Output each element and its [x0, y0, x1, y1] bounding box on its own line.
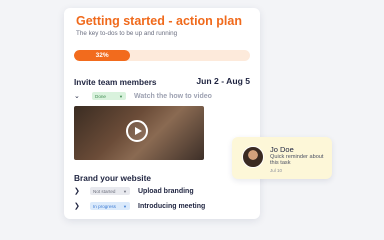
progress-bar: 32% — [74, 50, 250, 61]
task-row[interactable]: ❯ Not started ▼ Upload branding — [74, 185, 194, 197]
status-label: In progress — [93, 203, 116, 209]
plan-title: Getting started - action plan — [76, 14, 242, 28]
task-label: Introducing meeting — [138, 202, 206, 210]
reminder-notification[interactable]: Jo Doe Quick reminder about this task Ju… — [232, 137, 332, 179]
plan-subtitle: The key to-dos to be up and running — [76, 30, 178, 37]
avatar — [242, 146, 264, 168]
caret-down-icon: ▼ — [123, 203, 127, 209]
section-title-brand: Brand your website — [74, 173, 151, 183]
status-label: Done — [95, 93, 106, 99]
play-icon[interactable] — [126, 120, 148, 142]
video-thumbnail[interactable] — [74, 106, 204, 160]
status-badge[interactable]: In progress ▼ — [90, 202, 130, 210]
section-dates: Jun 2 - Aug 5 — [196, 76, 250, 86]
notification-time: Jul 10 — [270, 168, 283, 173]
progress-label: 32% — [95, 52, 109, 59]
status-badge[interactable]: Done ▼ — [92, 92, 126, 100]
status-label: Not started — [93, 188, 116, 194]
notification-message: Quick reminder about this task — [270, 154, 324, 167]
action-plan-card: Getting started - action plan The key to… — [64, 8, 260, 219]
caret-down-icon: ▼ — [119, 93, 123, 99]
chevron-down-icon[interactable]: ⌄ — [74, 90, 86, 102]
task-row[interactable]: ❯ In progress ▼ Introducing meeting — [74, 200, 205, 212]
chevron-right-icon[interactable]: ❯ — [74, 200, 86, 212]
progress-fill: 32% — [74, 50, 131, 61]
chevron-right-icon[interactable]: ❯ — [74, 185, 86, 197]
notification-name: Jo Doe — [270, 145, 294, 154]
section-title-invite: Invite team members — [74, 77, 157, 87]
task-label: Upload branding — [138, 187, 194, 195]
status-badge[interactable]: Not started ▼ — [90, 187, 130, 195]
caret-down-icon: ▼ — [123, 188, 127, 194]
task-label: Watch the how to video — [134, 92, 212, 100]
task-row[interactable]: ⌄ Done ▼ Watch the how to video — [74, 90, 212, 102]
